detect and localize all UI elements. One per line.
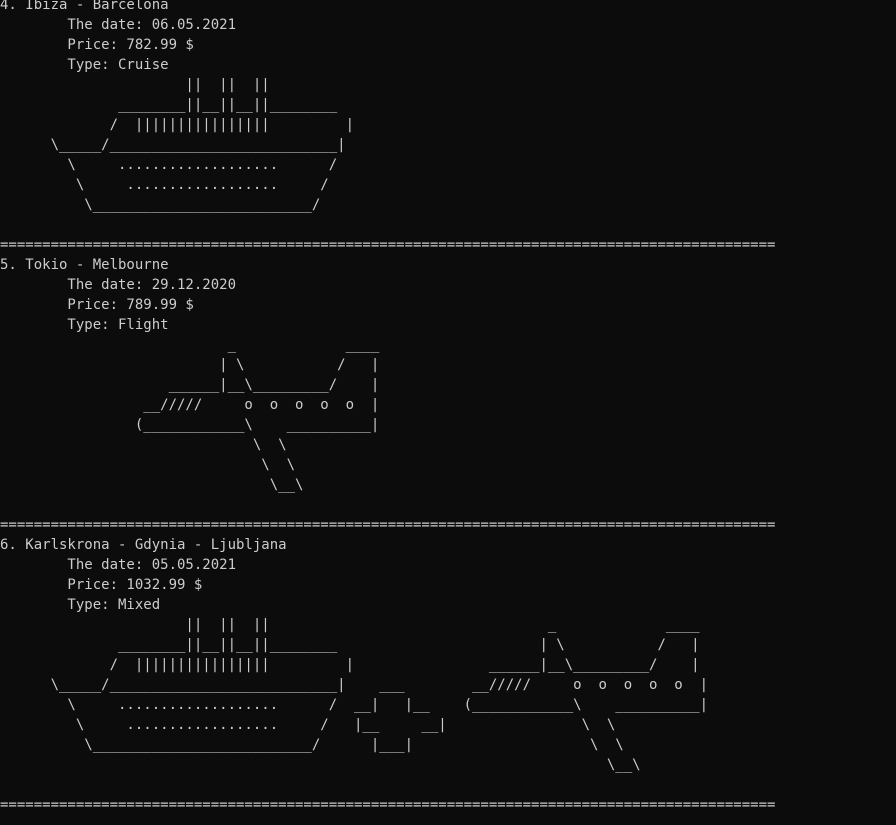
trip-5-type: Type: Flight bbox=[0, 317, 169, 333]
ship-ascii-line: \__________________________/ bbox=[0, 197, 321, 213]
mixed-ascii-line: \ .................. / |__ __| \ \ bbox=[0, 717, 616, 733]
trip-4-price: Price: 782.99 $ bbox=[0, 37, 194, 53]
separator-line: ========================================… bbox=[0, 517, 776, 533]
trip-5-price: Price: 789.99 $ bbox=[0, 297, 194, 313]
ship-ascii-line: ________||__||__||________ bbox=[0, 97, 338, 113]
ship-ascii-line: \ ................... / bbox=[0, 157, 338, 173]
ship-ascii-line: || || || bbox=[0, 77, 270, 93]
separator-line: ========================================… bbox=[0, 237, 776, 253]
plane-ascii-line: ______|__\_________/ | bbox=[0, 377, 380, 393]
trip-4-date: The date: 06.05.2021 bbox=[0, 17, 237, 33]
trip-4-route: 4. Ibiza - Barcelona bbox=[0, 0, 169, 13]
mixed-ascii-line: ________||__||__||________ | \ / | bbox=[0, 637, 700, 653]
trip-6-date: The date: 05.05.2021 bbox=[0, 557, 237, 573]
ship-ascii-line: \ .................. / bbox=[0, 177, 329, 193]
plane-ascii-line: \ \ bbox=[0, 457, 296, 473]
plane-ascii-line: (____________\ __________| bbox=[0, 417, 380, 433]
trip-4-type: Type: Cruise bbox=[0, 57, 169, 73]
mixed-ascii-line: \_____/___________________________| ___ … bbox=[0, 677, 709, 693]
ship-ascii-line: / |||||||||||||||| | bbox=[0, 117, 355, 133]
trip-6-price: Price: 1032.99 $ bbox=[0, 577, 203, 593]
mixed-ascii-line: \__\ bbox=[0, 757, 641, 773]
trip-6-route: 6. Karlskrona - Gdynia - Ljubljana bbox=[0, 537, 287, 553]
mixed-ascii-line: \ ................... / __| |__ (_______… bbox=[0, 697, 709, 713]
ship-ascii-line: \_____/___________________________| bbox=[0, 137, 346, 153]
plane-ascii-line: __///// o o o o o | bbox=[0, 397, 380, 413]
trip-6-type: Type: Mixed bbox=[0, 597, 161, 613]
separator-line: ========================================… bbox=[0, 797, 776, 813]
console-output: 4. Ibiza - Barcelona The date: 06.05.202… bbox=[0, 0, 896, 825]
mixed-ascii-line: || || || _ ____ bbox=[0, 617, 700, 633]
plane-ascii-line: \__\ bbox=[0, 477, 304, 493]
mixed-ascii-line: \__________________________/ |___| \ \ bbox=[0, 737, 624, 753]
trip-5-route: 5. Tokio - Melbourne bbox=[0, 257, 169, 273]
plane-ascii-line: \ \ bbox=[0, 437, 287, 453]
mixed-ascii-line: / |||||||||||||||| | ______|__\_________… bbox=[0, 657, 700, 673]
plane-ascii-line: _ ____ bbox=[0, 337, 380, 353]
plane-ascii-line: | \ / | bbox=[0, 357, 380, 373]
trip-5-date: The date: 29.12.2020 bbox=[0, 277, 237, 293]
